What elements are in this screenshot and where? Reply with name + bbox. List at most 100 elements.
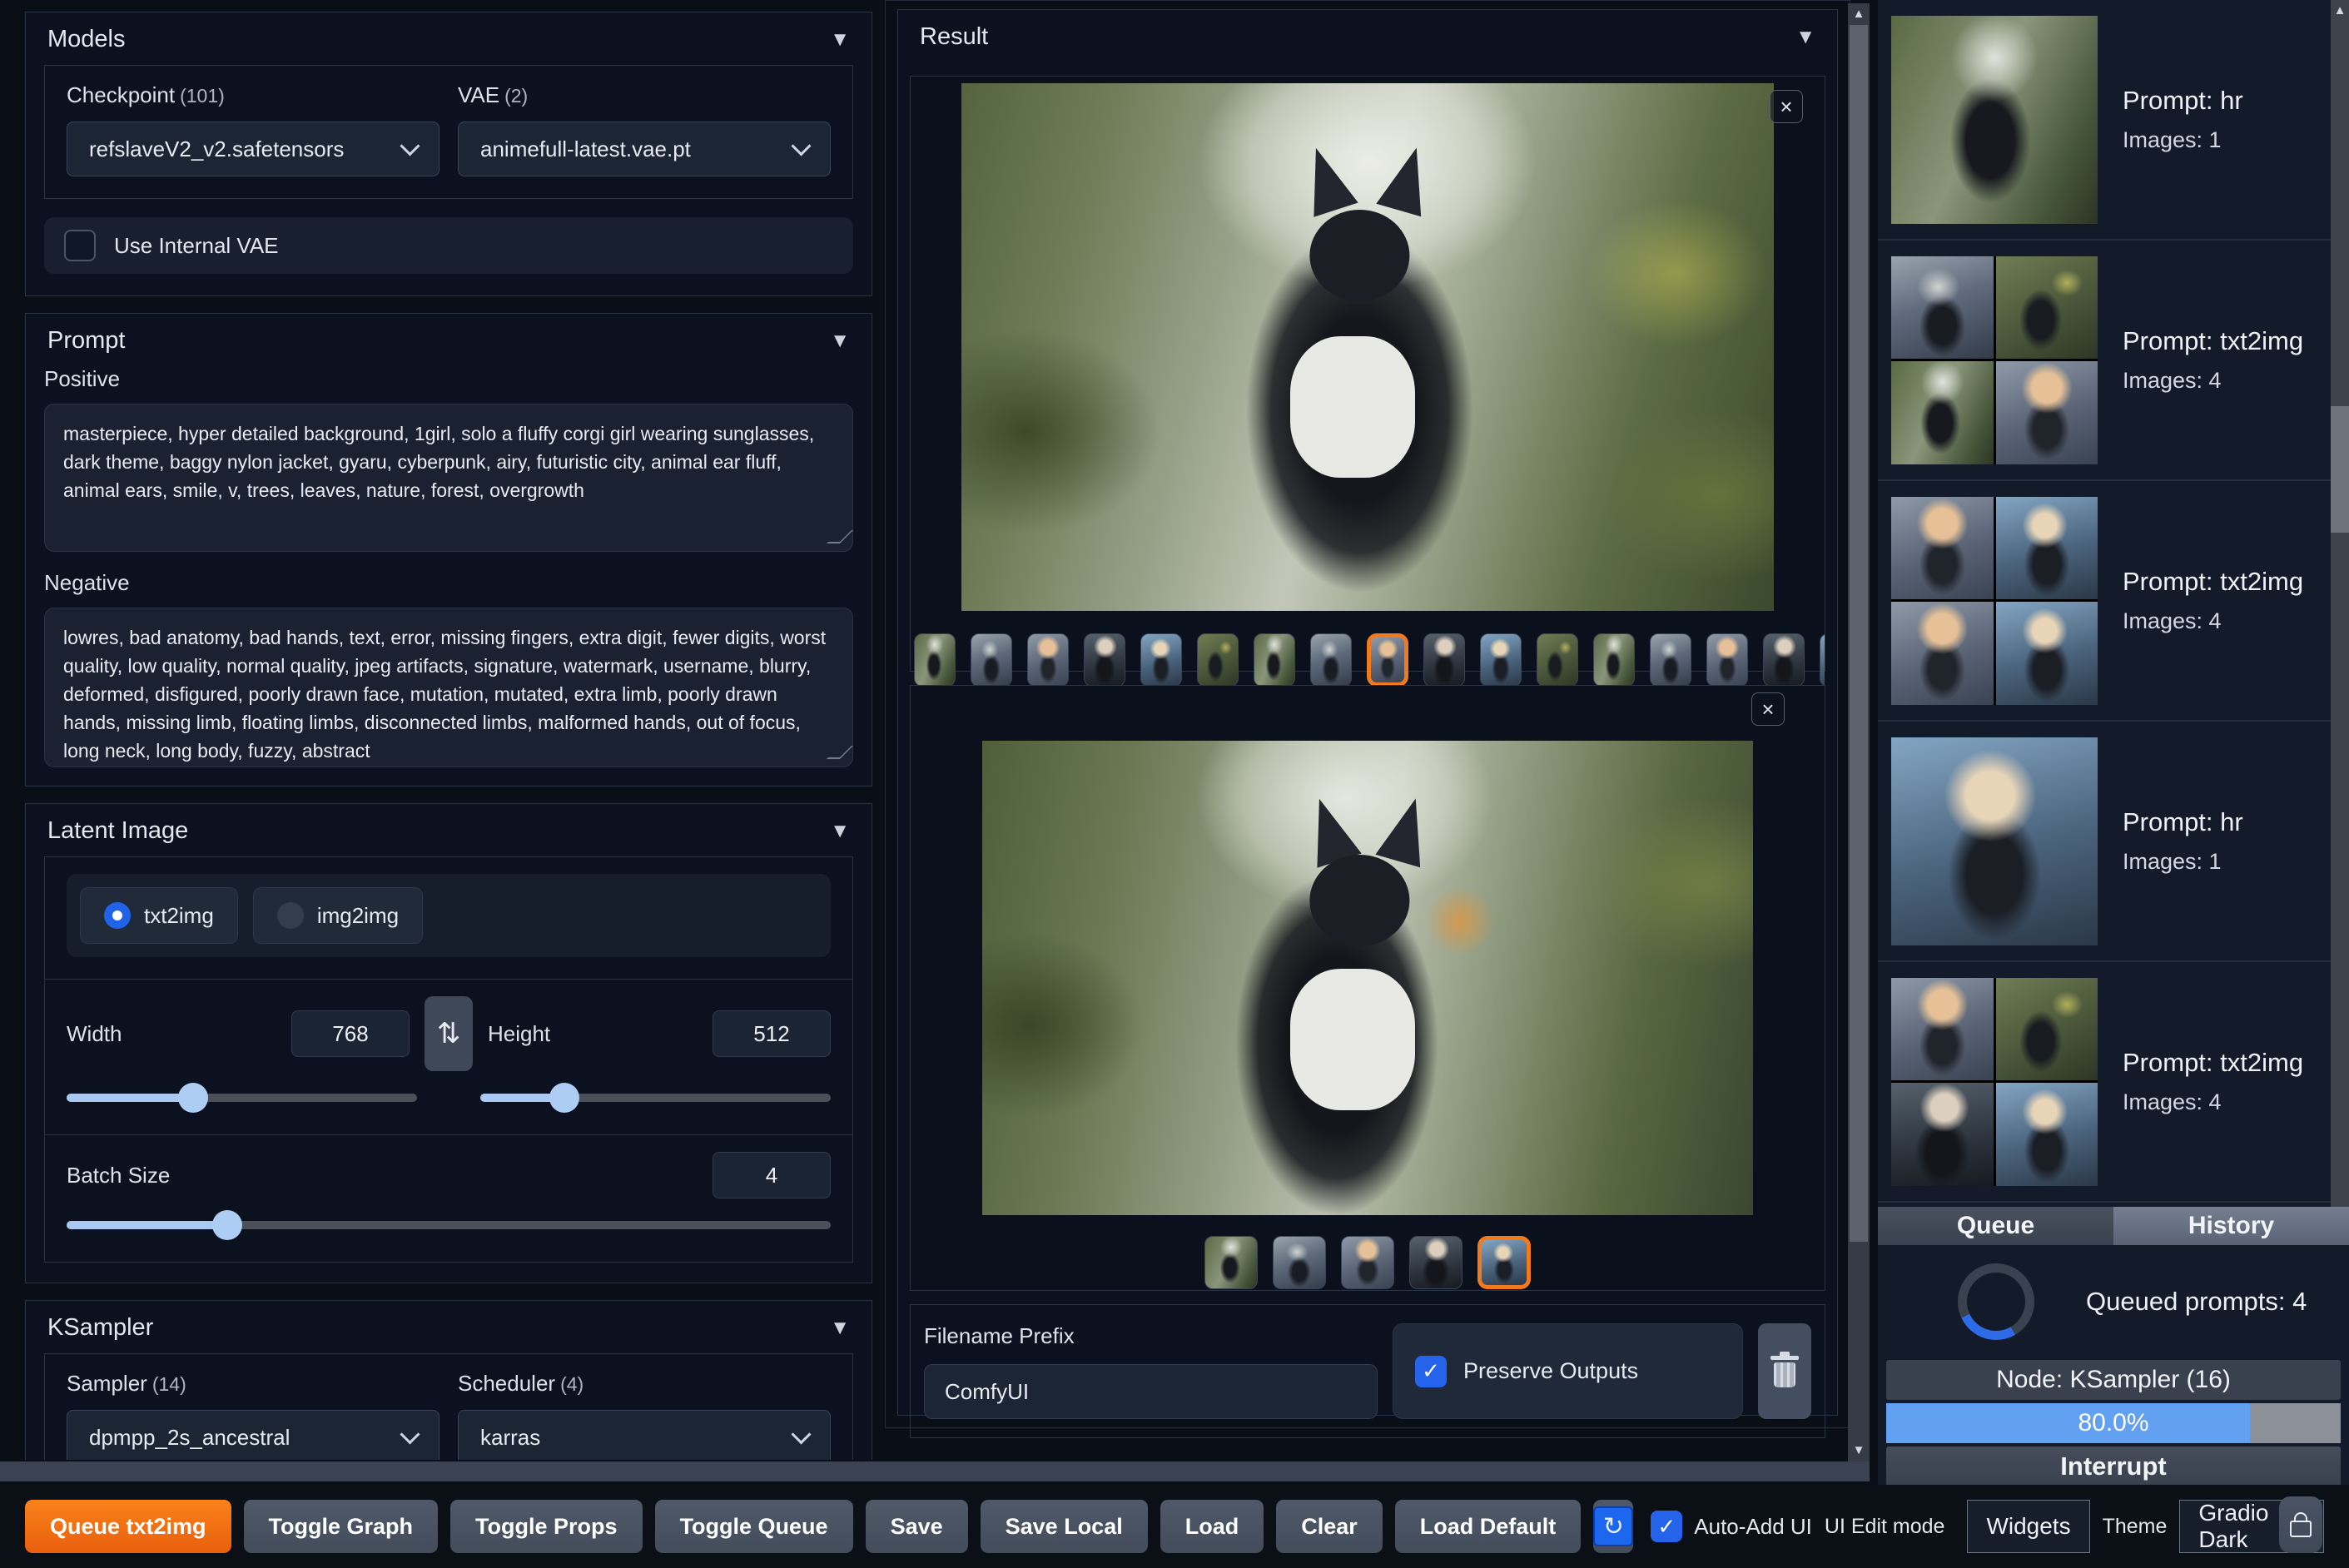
clear-button[interactable]: Clear xyxy=(1276,1500,1383,1553)
collapse-icon[interactable]: ▼ xyxy=(830,28,850,52)
gallery-thumbnail[interactable] xyxy=(1140,633,1182,687)
close-icon[interactable]: × xyxy=(1770,90,1803,123)
batch-size-input[interactable]: 4 xyxy=(713,1152,831,1198)
generated-image-preview-2[interactable] xyxy=(982,741,1753,1215)
delete-outputs-button[interactable] xyxy=(1758,1323,1811,1419)
prompt-panel-header[interactable]: Prompt ▼ xyxy=(26,314,872,366)
slider-handle[interactable] xyxy=(549,1083,580,1113)
history-thumbnail-grid[interactable] xyxy=(1891,977,2098,1186)
history-item[interactable]: Prompt: txt2img Images: 4 xyxy=(1878,962,2331,1203)
load-default-button[interactable]: Load Default xyxy=(1394,1500,1582,1553)
filename-prefix-input[interactable]: ComfyUI xyxy=(924,1364,1378,1419)
gallery-thumbnail[interactable] xyxy=(1197,633,1239,687)
scheduler-select[interactable]: karras xyxy=(458,1410,831,1460)
widgets-select[interactable]: Widgets xyxy=(1967,1500,2090,1553)
slider-handle[interactable] xyxy=(177,1083,208,1113)
toggle-queue-button[interactable]: Toggle Queue xyxy=(654,1500,853,1553)
checkpoint-select[interactable]: refslaveV2_v2.safetensors xyxy=(67,122,440,176)
history-item[interactable]: Prompt: txt2img Images: 4 xyxy=(1878,481,2331,722)
auto-add-ui-checkbox[interactable]: ✓ xyxy=(1651,1511,1683,1542)
interrupt-button[interactable]: Interrupt xyxy=(1886,1446,2341,1486)
positive-prompt-textarea[interactable]: masterpiece, hyper detailed background, … xyxy=(44,404,853,552)
img2img-radio-option[interactable]: img2img xyxy=(252,887,424,944)
scroll-down-icon[interactable]: ▼ xyxy=(1848,1441,1870,1460)
toggle-graph-button[interactable]: Toggle Graph xyxy=(243,1500,439,1553)
height-input[interactable]: 512 xyxy=(713,1010,831,1057)
queue-history-sidebar: Prompt: hr Images: 1 Prompt: txt2img Ima… xyxy=(1878,0,2349,1568)
scroll-up-icon[interactable]: ▲ xyxy=(2331,2,2349,20)
gallery-thumbnail[interactable] xyxy=(1763,633,1805,687)
radio-selected-icon[interactable] xyxy=(104,902,131,929)
scrollbar-thumb[interactable] xyxy=(2331,406,2349,533)
gallery-thumbnail[interactable] xyxy=(914,633,956,687)
collapse-icon[interactable]: ▼ xyxy=(830,1317,850,1340)
generated-image-preview-1[interactable] xyxy=(961,83,1774,611)
gallery-thumbnail[interactable] xyxy=(1027,633,1069,687)
history-thumbnail-grid[interactable] xyxy=(1891,256,2098,464)
tab-history[interactable]: History xyxy=(2113,1207,2349,1245)
history-item[interactable]: Prompt: hr Images: 1 xyxy=(1878,722,2331,962)
width-slider[interactable] xyxy=(67,1083,417,1113)
latent-panel-header[interactable]: Latent Image ▼ xyxy=(26,804,872,856)
gallery-thumbnail[interactable] xyxy=(1423,633,1465,687)
gallery-thumbnail[interactable] xyxy=(1084,633,1125,687)
gallery-thumbnail[interactable] xyxy=(971,633,1012,687)
txt2img-radio-option[interactable]: txt2img xyxy=(80,887,238,944)
scroll-up-icon[interactable]: ▲ xyxy=(1848,5,1870,23)
gallery-thumbnail[interactable] xyxy=(1593,633,1635,687)
gallery-thumbnail[interactable] xyxy=(1706,633,1748,687)
refresh-button[interactable]: ↻ xyxy=(1593,1500,1634,1553)
collapse-icon[interactable]: ▼ xyxy=(1795,26,1815,49)
vae-select[interactable]: animefull-latest.vae.pt xyxy=(458,122,831,176)
lock-button[interactable] xyxy=(2279,1496,2322,1553)
history-thumbnail[interactable] xyxy=(1891,15,2098,224)
negative-prompt-textarea[interactable]: lowres, bad anatomy, bad hands, text, er… xyxy=(44,608,853,767)
ksampler-panel-header[interactable]: KSampler ▼ xyxy=(26,1301,872,1353)
gallery-thumbnail[interactable] xyxy=(1367,633,1408,687)
sampler-select[interactable]: dpmpp_2s_ancestral xyxy=(67,1410,440,1460)
history-thumbnail[interactable] xyxy=(1891,737,2098,945)
gallery-thumbnail[interactable] xyxy=(1254,633,1295,687)
height-slider[interactable] xyxy=(480,1083,831,1113)
result-panel-header[interactable]: Result ▼ xyxy=(898,10,1837,62)
swap-dimensions-button[interactable]: ⇅ xyxy=(425,996,473,1071)
collapse-icon[interactable]: ▼ xyxy=(830,820,850,843)
prompt-panel-title: Prompt xyxy=(47,327,126,354)
save-button[interactable]: Save xyxy=(865,1500,968,1553)
gallery-thumbnail[interactable] xyxy=(1480,633,1522,687)
width-input[interactable]: 768 xyxy=(291,1010,410,1057)
load-button[interactable]: Load xyxy=(1160,1500,1264,1553)
queue-txt2img-button[interactable]: Queue txt2img xyxy=(25,1500,231,1553)
collapse-icon[interactable]: ▼ xyxy=(830,330,850,353)
slider-handle[interactable] xyxy=(211,1210,242,1240)
gallery-thumbnail[interactable] xyxy=(1273,1236,1326,1289)
history-item[interactable]: Prompt: hr Images: 1 xyxy=(1878,0,2331,241)
toggle-props-button[interactable]: Toggle Props xyxy=(450,1500,643,1553)
gallery-thumbnail[interactable] xyxy=(1477,1236,1531,1289)
history-thumbnail-grid[interactable] xyxy=(1891,496,2098,705)
main-vertical-scrollbar[interactable]: ▲ ▼ xyxy=(1848,3,1870,1461)
gallery-thumbnail[interactable] xyxy=(1409,1236,1463,1289)
use-internal-vae-checkbox[interactable] xyxy=(64,230,96,261)
sidebar-scrollbar[interactable]: ▲ xyxy=(2331,0,2349,1207)
save-local-button[interactable]: Save Local xyxy=(980,1500,1148,1553)
batch-size-slider[interactable] xyxy=(67,1210,831,1240)
tab-queue[interactable]: Queue xyxy=(1878,1207,2113,1245)
history-list: Prompt: hr Images: 1 Prompt: txt2img Ima… xyxy=(1878,0,2331,1207)
close-icon[interactable]: × xyxy=(1751,692,1785,726)
preserve-outputs-checkbox[interactable]: ✓ xyxy=(1415,1355,1447,1387)
width-label: Width xyxy=(67,1020,122,1046)
main-horizontal-scrollbar[interactable] xyxy=(0,1461,1870,1481)
scrollbar-thumb[interactable] xyxy=(1850,25,1868,1242)
radio-unselected-icon[interactable] xyxy=(276,902,304,929)
gallery-thumbnail[interactable] xyxy=(1341,1236,1394,1289)
use-internal-vae-row[interactable]: Use Internal VAE xyxy=(44,217,853,274)
gallery-thumbnail[interactable] xyxy=(1650,633,1691,687)
gallery-thumbnail[interactable] xyxy=(1204,1236,1258,1289)
gallery-thumbnail[interactable] xyxy=(1820,633,1825,687)
preserve-outputs-row[interactable]: ✓ Preserve Outputs xyxy=(1393,1323,1743,1419)
gallery-thumbnail[interactable] xyxy=(1537,633,1578,687)
gallery-thumbnail[interactable] xyxy=(1310,633,1352,687)
history-item[interactable]: Prompt: txt2img Images: 4 xyxy=(1878,241,2331,481)
models-panel-header[interactable]: Models ▼ xyxy=(26,12,872,65)
